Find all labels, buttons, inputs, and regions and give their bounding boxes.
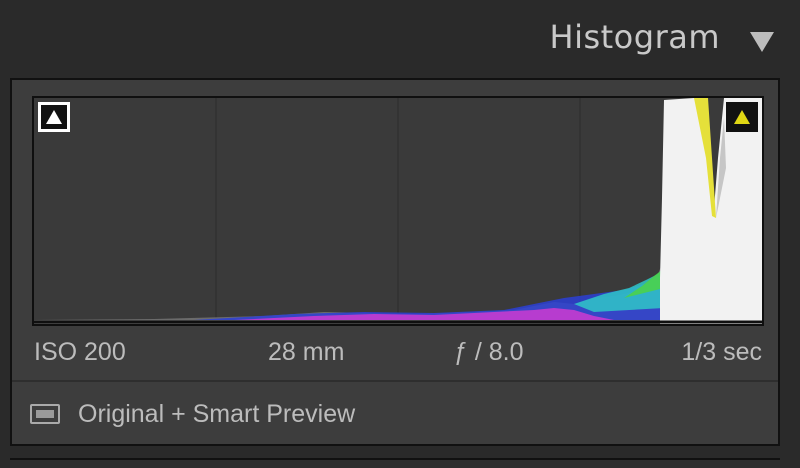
focal-length-value: 28 mm: [268, 338, 345, 366]
histogram-graph[interactable]: [32, 96, 764, 326]
panel-title: Histogram: [549, 18, 720, 56]
shutter-speed-value: 1/3 sec: [681, 338, 762, 366]
next-panel-edge: [10, 458, 780, 468]
panel-body: ISO 200 28 mm ƒ / 8.0 1/3 sec Original +…: [10, 78, 780, 446]
aperture-value: ƒ / 8.0: [454, 338, 524, 366]
triangle-up-icon: [734, 110, 750, 124]
shadow-clipping-toggle[interactable]: [38, 102, 70, 132]
histogram-panel: Histogram ISO 200 28 mm ƒ / 8.0 1/3 sec …: [0, 0, 800, 468]
triangle-down-icon[interactable]: [750, 32, 774, 52]
smart-preview-icon: [30, 404, 60, 424]
preview-status-row[interactable]: Original + Smart Preview: [30, 398, 730, 432]
iso-value: ISO 200: [34, 338, 126, 366]
panel-header[interactable]: Histogram: [0, 0, 800, 78]
histogram-svg: [34, 98, 762, 324]
exif-info-row: ISO 200 28 mm ƒ / 8.0 1/3 sec: [34, 338, 762, 372]
highlight-clipping-toggle[interactable]: [726, 102, 758, 132]
preview-status-label: Original + Smart Preview: [78, 400, 356, 428]
triangle-up-icon: [46, 110, 62, 124]
divider: [12, 380, 778, 382]
